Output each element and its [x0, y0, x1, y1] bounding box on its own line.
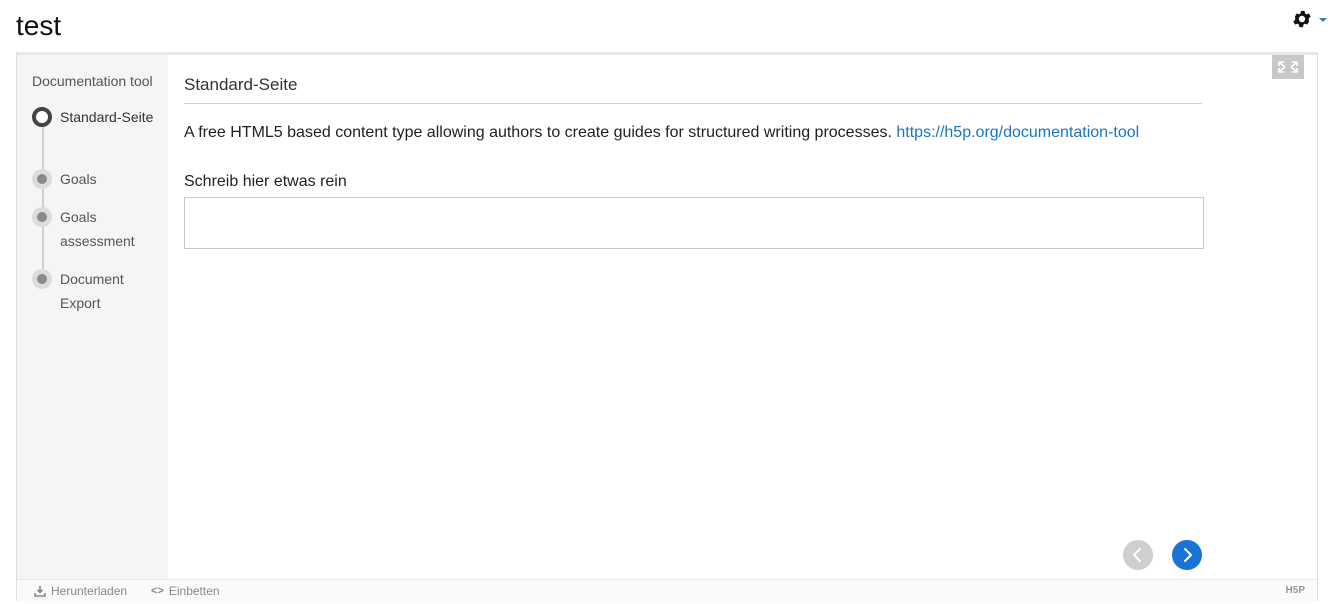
documentation-tool-link[interactable]: https://h5p.org/documentation-tool: [896, 124, 1139, 141]
fullscreen-button[interactable]: [1272, 55, 1304, 79]
chevron-left-icon: [1133, 548, 1141, 562]
step-dot-icon: [32, 169, 52, 189]
next-page-button[interactable]: [1172, 540, 1202, 570]
step-dot-icon: [32, 269, 52, 289]
step-dot-icon: [32, 207, 52, 227]
download-icon: [34, 586, 46, 597]
embed-button[interactable]: <> Einbetten: [151, 584, 220, 598]
text-input-field[interactable]: [184, 197, 1204, 249]
download-button[interactable]: Herunterladen: [34, 584, 127, 598]
description-text: A free HTML5 based content type allowing…: [184, 124, 892, 141]
h5p-content-frame: Documentation tool Standard-Seite Goals …: [16, 52, 1318, 601]
step-active-icon: [32, 107, 52, 127]
sidebar-item-label: Standard-Seite: [60, 109, 154, 125]
sidebar: Documentation tool Standard-Seite Goals …: [17, 55, 168, 579]
settings-menu-button[interactable]: [1291, 8, 1327, 30]
page-title: test: [16, 10, 62, 41]
chevron-down-icon: [1319, 18, 1327, 22]
code-icon: <>: [151, 585, 164, 597]
sidebar-item-label: Goals assessment: [60, 209, 135, 249]
sidebar-item-label: Document Export: [60, 271, 124, 311]
gear-icon: [1293, 10, 1311, 28]
text-field-label: Schreib hier etwas rein: [184, 173, 347, 190]
chevron-right-icon: [1184, 548, 1192, 562]
content-heading: Standard-Seite: [184, 75, 1202, 104]
content-description: A free HTML5 based content type allowing…: [184, 124, 1204, 142]
sidebar-title: Documentation tool: [32, 73, 153, 89]
steps-connector-line: [42, 117, 44, 277]
sidebar-item-label: Goals: [60, 171, 97, 187]
h5p-logo[interactable]: H5P: [1286, 585, 1305, 596]
fullscreen-icon: [1278, 61, 1298, 73]
previous-page-button[interactable]: [1123, 540, 1153, 570]
embed-label: Einbetten: [168, 584, 220, 598]
h5p-footer: Herunterladen <> Einbetten H5P: [17, 579, 1317, 601]
download-label: Herunterladen: [51, 584, 128, 598]
